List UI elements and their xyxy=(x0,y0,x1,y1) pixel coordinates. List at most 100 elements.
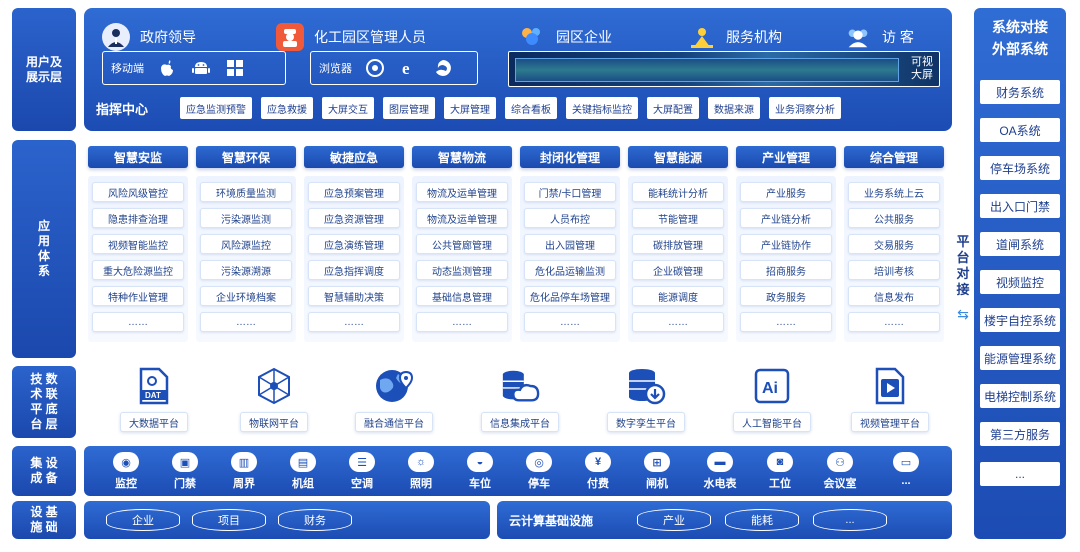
app-item[interactable]: 智慧辅助决策 xyxy=(308,286,400,306)
app-item[interactable]: …… xyxy=(308,312,400,332)
app-item[interactable]: 出入园管理 xyxy=(524,234,616,254)
app-item[interactable]: 产业服务 xyxy=(740,182,832,202)
app-item[interactable]: 企业环境档案 xyxy=(200,286,292,306)
external-system-item[interactable]: 财务系统 xyxy=(980,80,1060,104)
app-item[interactable]: …… xyxy=(200,312,292,332)
external-system-item[interactable]: 视频监控 xyxy=(980,270,1060,294)
app-item[interactable]: 信息发布 xyxy=(848,286,940,306)
device-meeting-room[interactable]: ⚇ 会议室 xyxy=(814,452,866,491)
command-item[interactable]: 应急监测预警 xyxy=(180,97,252,119)
command-item[interactable]: 综合看板 xyxy=(505,97,557,119)
app-item[interactable]: 企业碳管理 xyxy=(632,260,724,280)
app-item[interactable]: 应急指挥调度 xyxy=(308,260,400,280)
app-item[interactable]: 应急资源管理 xyxy=(308,208,400,228)
external-system-item[interactable]: 第三方服务 xyxy=(980,422,1060,446)
app-item[interactable]: 公共服务 xyxy=(848,208,940,228)
app-item[interactable]: 招商服务 xyxy=(740,260,832,280)
device-more[interactable]: ▭... xyxy=(880,452,932,487)
platform-digital-twin[interactable]: 数字孪生平台 xyxy=(596,366,696,438)
command-item[interactable]: 大屏交互 xyxy=(322,97,374,119)
app-item[interactable]: …… xyxy=(524,312,616,332)
app-item[interactable]: 交易服务 xyxy=(848,234,940,254)
command-item[interactable]: 数据来源 xyxy=(708,97,760,119)
app-item[interactable]: 环境质量监测 xyxy=(200,182,292,202)
app-item[interactable]: 动态监测管理 xyxy=(416,260,508,280)
app-item[interactable]: 污染源溯源 xyxy=(200,260,292,280)
platform-info-integration[interactable]: 信息集成平台 xyxy=(470,366,570,438)
data-cylinder-project[interactable]: 项目 xyxy=(192,509,266,531)
app-item[interactable]: 碳排放管理 xyxy=(632,234,724,254)
app-item[interactable]: 应急演练管理 xyxy=(308,234,400,254)
external-system-item[interactable]: 电梯控制系统 xyxy=(980,384,1060,408)
device-workstation[interactable]: ◙ 工位 xyxy=(754,452,806,491)
device-parking-space[interactable]: ◒ 车位 xyxy=(454,452,506,491)
device-access[interactable]: ▣ 门禁 xyxy=(159,452,211,491)
device-aircon[interactable]: ☰ 空调 xyxy=(336,452,388,491)
app-item[interactable]: 人员布控 xyxy=(524,208,616,228)
data-cylinder-enterprise[interactable]: 企业 xyxy=(106,509,180,531)
data-cylinder-industry[interactable]: 产业 xyxy=(637,509,711,531)
command-item[interactable]: 应急救援 xyxy=(261,97,313,119)
device-payment[interactable]: ¥ 付费 xyxy=(572,452,624,491)
external-system-item[interactable]: 楼宇自控系统 xyxy=(980,308,1060,332)
app-item[interactable]: 风险风级管控 xyxy=(92,182,184,202)
app-column-title[interactable]: 封闭化管理 xyxy=(520,146,620,168)
app-item[interactable]: 重大危险源监控 xyxy=(92,260,184,280)
app-item[interactable]: 业务系统上云 xyxy=(848,182,940,202)
command-item[interactable]: 大屏配置 xyxy=(647,97,699,119)
app-item[interactable]: 能源调度 xyxy=(632,286,724,306)
app-item[interactable]: …… xyxy=(416,312,508,332)
app-item[interactable]: 物流及运单管理 xyxy=(416,208,508,228)
app-item[interactable]: …… xyxy=(740,312,832,332)
app-item[interactable]: 应急预案管理 xyxy=(308,182,400,202)
app-item[interactable]: 政务服务 xyxy=(740,286,832,306)
external-system-item[interactable]: ... xyxy=(980,462,1060,486)
data-cylinder-more[interactable]: ... xyxy=(813,509,887,531)
app-item[interactable]: 产业链协作 xyxy=(740,234,832,254)
app-item[interactable]: 污染源监测 xyxy=(200,208,292,228)
app-column-title[interactable]: 智慧物流 xyxy=(412,146,512,168)
device-lighting[interactable]: ☼ 照明 xyxy=(395,452,447,491)
platform-fusion-communication[interactable]: 融合通信平台 xyxy=(344,366,444,438)
app-column-title[interactable]: 综合管理 xyxy=(844,146,944,168)
external-system-item[interactable]: 道闸系统 xyxy=(980,232,1060,256)
platform-video-management[interactable]: 视频管理平台 xyxy=(840,366,940,438)
app-item[interactable]: 风险源监控 xyxy=(200,234,292,254)
app-item[interactable]: 物流及运单管理 xyxy=(416,182,508,202)
app-column-title[interactable]: 敏捷应急 xyxy=(304,146,404,168)
app-column-title[interactable]: 智慧环保 xyxy=(196,146,296,168)
app-item[interactable]: 节能管理 xyxy=(632,208,724,228)
app-item[interactable]: 能耗统计分析 xyxy=(632,182,724,202)
external-system-item[interactable]: 出入口门禁 xyxy=(980,194,1060,218)
external-system-item[interactable]: 能源管理系统 xyxy=(980,346,1060,370)
device-gate[interactable]: ⊞ 闸机 xyxy=(631,452,683,491)
command-item[interactable]: 业务洞察分析 xyxy=(769,97,841,119)
external-system-item[interactable]: OA系统 xyxy=(980,118,1060,142)
app-item[interactable]: 门禁/卡口管理 xyxy=(524,182,616,202)
platform-bigdata[interactable]: DAT 大数据平台 xyxy=(104,366,204,438)
app-item[interactable]: …… xyxy=(848,312,940,332)
app-item[interactable]: 特种作业管理 xyxy=(92,286,184,306)
command-item[interactable]: 大屏管理 xyxy=(444,97,496,119)
app-item[interactable]: 视频智能监控 xyxy=(92,234,184,254)
app-column-title[interactable]: 智慧安监 xyxy=(88,146,188,168)
app-column-title[interactable]: 产业管理 xyxy=(736,146,836,168)
app-item[interactable]: 培训考核 xyxy=(848,260,940,280)
app-item[interactable]: 危化品停车场管理 xyxy=(524,286,616,306)
device-meter[interactable]: ▬ 水电表 xyxy=(694,452,746,491)
data-cylinder-finance[interactable]: 财务 xyxy=(278,509,352,531)
command-item[interactable]: 关键指标监控 xyxy=(566,97,638,119)
command-item[interactable]: 图层管理 xyxy=(383,97,435,119)
device-unit[interactable]: ▤ 机组 xyxy=(277,452,329,491)
app-item[interactable]: 产业链分析 xyxy=(740,208,832,228)
device-monitor[interactable]: ◉ 监控 xyxy=(100,452,152,491)
app-item[interactable]: …… xyxy=(632,312,724,332)
external-system-item[interactable]: 停车场系统 xyxy=(980,156,1060,180)
app-item[interactable]: …… xyxy=(92,312,184,332)
device-parking[interactable]: ◎ 停车 xyxy=(513,452,565,491)
platform-iot[interactable]: 物联网平台 xyxy=(224,366,324,438)
device-perimeter[interactable]: ▥ 周界 xyxy=(218,452,270,491)
app-item[interactable]: 基础信息管理 xyxy=(416,286,508,306)
app-item[interactable]: 危化品运输监测 xyxy=(524,260,616,280)
data-cylinder-energy[interactable]: 能耗 xyxy=(725,509,799,531)
